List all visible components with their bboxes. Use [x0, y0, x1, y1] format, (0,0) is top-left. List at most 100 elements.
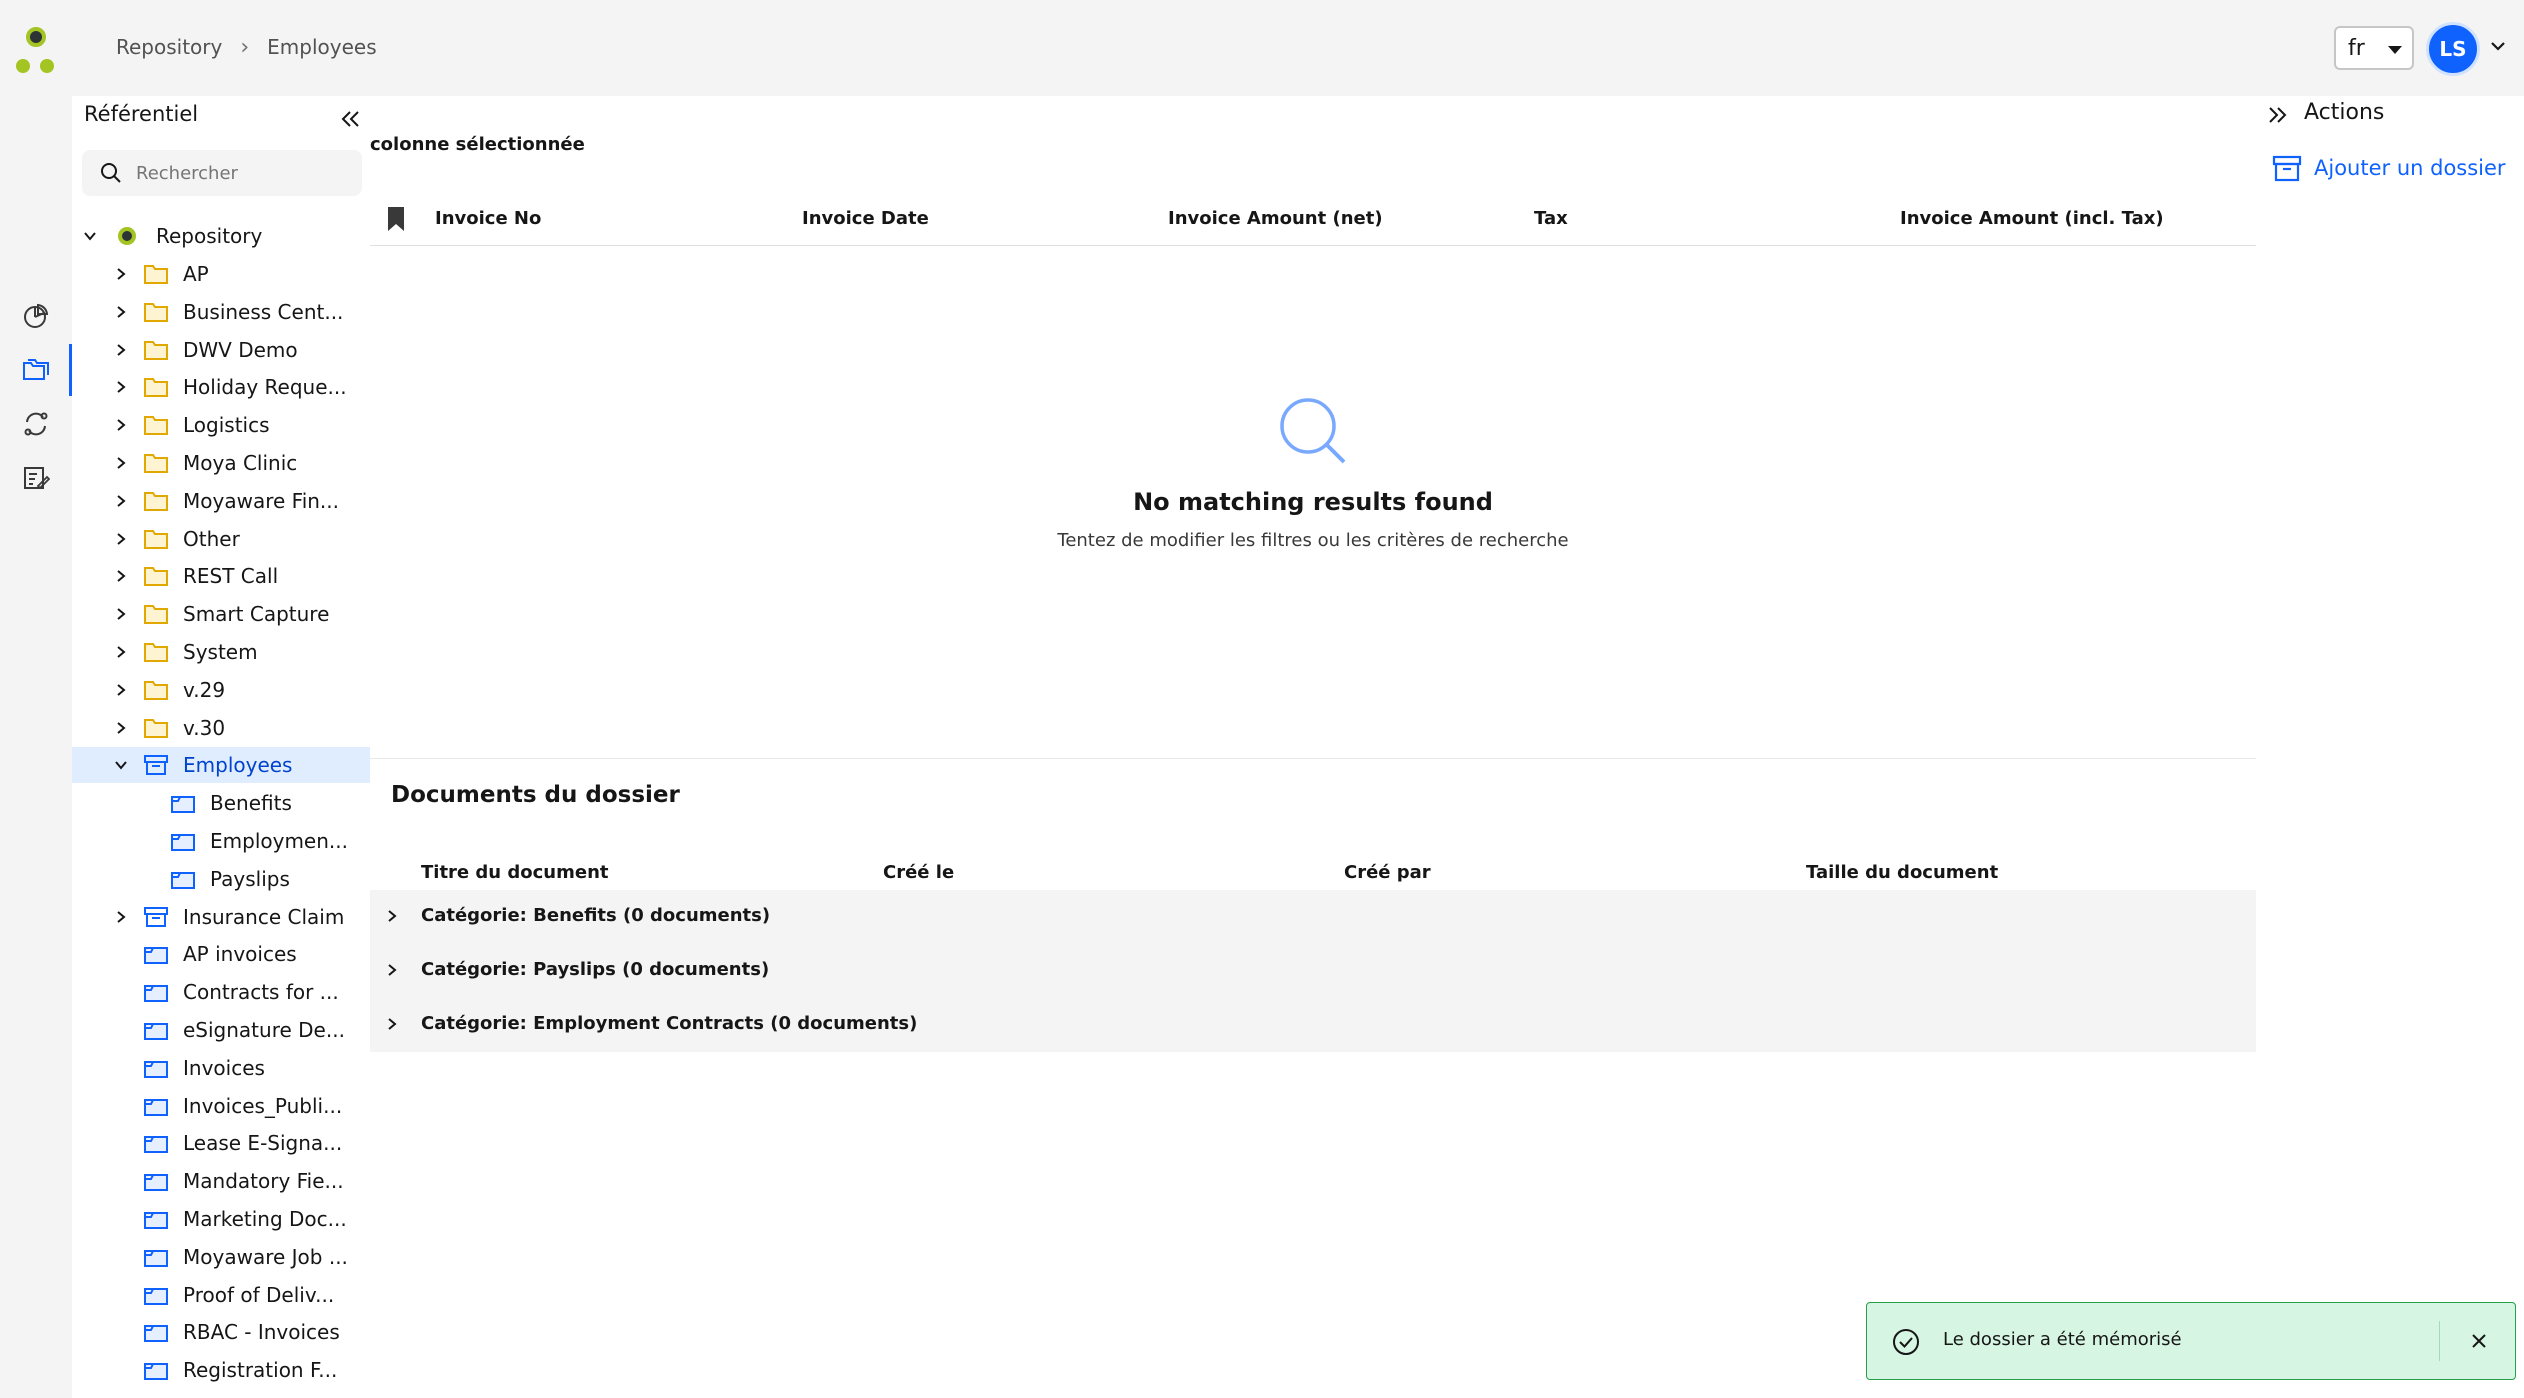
rail-tasks[interactable]	[0, 452, 72, 504]
th-document-size[interactable]: Taille du document	[1806, 862, 1998, 883]
chevron-right-icon[interactable]	[112, 454, 130, 472]
tree-root-repository[interactable]: Repository	[72, 218, 370, 254]
breadcrumb-repository[interactable]: Repository	[116, 35, 222, 59]
chevron-down-icon[interactable]	[2488, 36, 2508, 56]
tree-item-label: Logistics	[183, 413, 270, 437]
user-avatar[interactable]: LS	[2426, 22, 2480, 76]
tree-item[interactable]: Benefits	[72, 785, 370, 821]
tree-item[interactable]: Mandatory Fie...	[72, 1163, 370, 1199]
tree-item-label: REST Call	[183, 564, 279, 588]
chevron-down-icon[interactable]	[81, 227, 99, 245]
th-invoice-amount-incl-tax[interactable]: Invoice Amount (incl. Tax)	[1900, 208, 2164, 229]
rail-dashboard[interactable]	[0, 290, 72, 342]
th-created-on[interactable]: Créé le	[883, 862, 954, 883]
chevron-right-icon[interactable]	[112, 567, 130, 585]
tree-item-label: Employees	[183, 753, 293, 777]
tree-item-label: RBAC - Invoices	[183, 1320, 340, 1344]
tree-title: Référentiel	[84, 102, 199, 126]
folder-icon	[144, 416, 168, 435]
tree-item-label: Payslips	[210, 867, 290, 891]
collapse-panel-icon[interactable]	[338, 106, 364, 132]
category-row-benefits[interactable]: Catégorie: Benefits (0 documents)	[370, 890, 2256, 944]
tree-item[interactable]: v.30	[72, 710, 370, 746]
chevron-right-icon[interactable]	[112, 378, 130, 396]
rail-sync[interactable]	[0, 398, 72, 450]
tree-item[interactable]: AP	[72, 256, 370, 292]
tree-item[interactable]: REST Call	[72, 558, 370, 594]
dossier-icon	[144, 1136, 168, 1153]
add-folder-button[interactable]: Ajouter un dossier	[2272, 154, 2506, 182]
chevron-right-icon[interactable]	[112, 303, 130, 321]
tree-item[interactable]: Proof of Deliv...	[72, 1277, 370, 1313]
tree-item[interactable]: Logistics	[72, 407, 370, 443]
tree-search-input[interactable]	[136, 158, 346, 188]
cabinet-icon	[144, 755, 168, 775]
tree-item[interactable]: Moyaware Job ...	[72, 1239, 370, 1275]
bookmark-icon[interactable]	[386, 206, 406, 232]
tree-item[interactable]: Invoices_Publi...	[72, 1088, 370, 1124]
chevron-right-icon[interactable]	[112, 265, 130, 283]
chevron-right-icon[interactable]	[112, 530, 130, 548]
actions-panel: Actions Ajouter un dossier	[2256, 96, 2524, 1398]
tree-item[interactable]: DWV Demo	[72, 332, 370, 368]
tree-item[interactable]: Smart Capture	[72, 596, 370, 632]
th-invoice-no[interactable]: Invoice No	[435, 208, 541, 229]
chevron-right-icon[interactable]	[112, 908, 130, 926]
tree-item[interactable]: Employees	[72, 747, 370, 783]
tree-item-label: Business Cent...	[183, 300, 344, 324]
breadcrumb-separator-icon: ›	[240, 34, 250, 60]
rail-folders[interactable]	[0, 344, 72, 396]
th-invoice-amount-net[interactable]: Invoice Amount (net)	[1168, 208, 1383, 229]
chevron-right-icon[interactable]	[112, 719, 130, 737]
folder-icon	[144, 567, 168, 586]
language-value: fr	[2348, 35, 2365, 61]
chevron-right-icon[interactable]	[112, 492, 130, 510]
tree-item[interactable]: Business Cent...	[72, 294, 370, 330]
chevron-down-icon[interactable]	[112, 756, 130, 774]
th-created-by[interactable]: Créé par	[1344, 862, 1431, 883]
tree-item[interactable]: AP invoices	[72, 936, 370, 972]
folder-icon	[144, 605, 168, 624]
th-tax[interactable]: Tax	[1534, 208, 1568, 229]
caret-down-icon	[2388, 46, 2402, 54]
docs-section-title: Documents du dossier	[391, 782, 680, 808]
chevron-right-icon[interactable]	[384, 1016, 400, 1032]
tree-item[interactable]: v.29	[72, 672, 370, 708]
chevron-right-icon[interactable]	[112, 341, 130, 359]
tree-item-label: System	[183, 640, 258, 664]
chevron-right-icon[interactable]	[112, 643, 130, 661]
tree-item[interactable]: Other	[72, 521, 370, 557]
dossier-icon	[171, 834, 195, 851]
category-row-payslips[interactable]: Catégorie: Payslips (0 documents)	[370, 944, 2256, 998]
tree-item[interactable]: Moya Clinic	[72, 445, 370, 481]
tree-item[interactable]: Insurance Claim	[72, 899, 370, 935]
chevron-right-icon[interactable]	[384, 962, 400, 978]
tree-item[interactable]: Contracts for ...	[72, 974, 370, 1010]
chevron-right-icon[interactable]	[112, 605, 130, 623]
tree-item[interactable]: Moyaware Fin...	[72, 483, 370, 519]
close-icon[interactable]	[2467, 1329, 2491, 1353]
tree-item[interactable]: eSignature De...	[72, 1012, 370, 1048]
tree-item[interactable]: Marketing Doc...	[72, 1201, 370, 1237]
th-document-title[interactable]: Titre du document	[421, 862, 609, 883]
chevron-right-icon[interactable]	[112, 681, 130, 699]
tree-item[interactable]: Payslips	[72, 861, 370, 897]
chevron-right-icon[interactable]	[384, 908, 400, 924]
tree-item[interactable]: Lease E-Signa...	[72, 1125, 370, 1161]
tree-item[interactable]: RBAC - Invoices	[72, 1314, 370, 1350]
folder-icon	[144, 681, 168, 700]
expand-panel-icon[interactable]	[2264, 102, 2290, 128]
tree-item[interactable]: Registration F...	[72, 1352, 370, 1388]
language-select[interactable]: fr	[2334, 26, 2414, 70]
dossier-icon	[144, 1288, 168, 1305]
dossier-icon	[171, 796, 195, 813]
tree-item[interactable]: Holiday Reque...	[72, 369, 370, 405]
category-row-employment-contracts[interactable]: Catégorie: Employment Contracts (0 docum…	[370, 998, 2256, 1052]
tree-item[interactable]: Employmen...	[72, 823, 370, 859]
tree-item[interactable]: System	[72, 634, 370, 670]
chevron-right-icon[interactable]	[112, 416, 130, 434]
top-header: Repository › Employees fr LS	[0, 0, 2524, 96]
tree-item[interactable]: Invoices	[72, 1050, 370, 1086]
th-invoice-date[interactable]: Invoice Date	[802, 208, 929, 229]
app-logo[interactable]	[14, 27, 58, 75]
